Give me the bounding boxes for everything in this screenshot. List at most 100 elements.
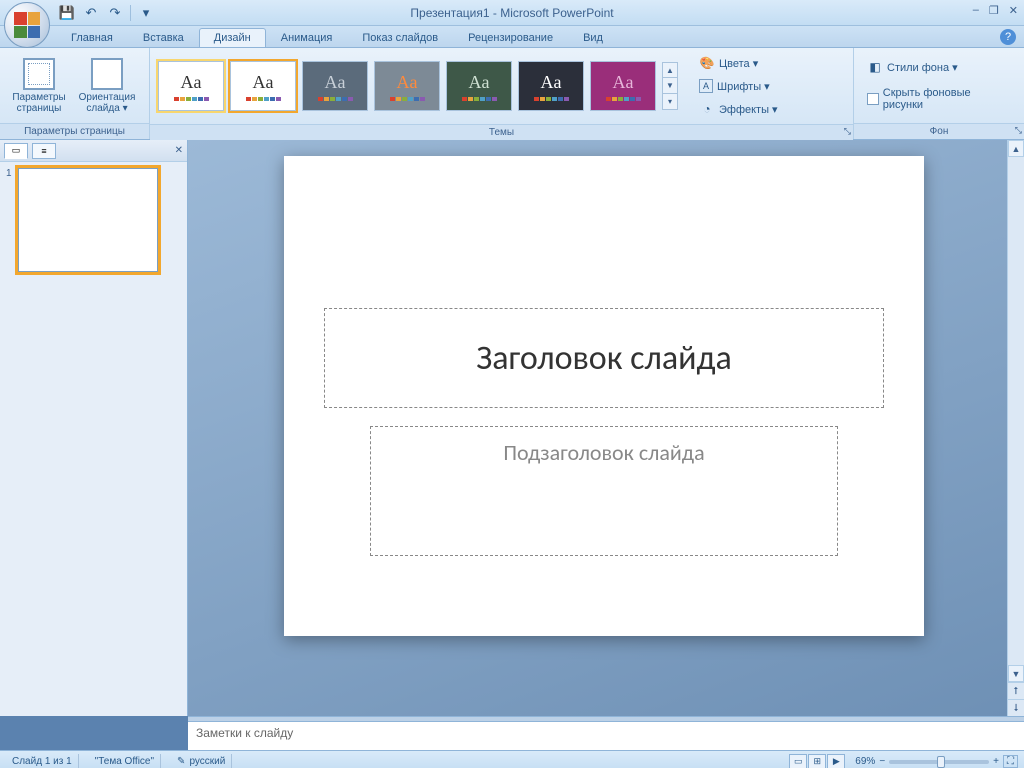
panel-tabs: ▭ ≡ ✕ bbox=[0, 140, 187, 162]
effects-button[interactable]: ◔Эффекты ▾ bbox=[694, 98, 783, 120]
zoom-level[interactable]: 69% bbox=[855, 756, 875, 767]
theme-gallery-expand[interactable]: ▾ bbox=[662, 94, 678, 110]
theme-thumb-0[interactable]: Aa bbox=[158, 61, 224, 111]
slide-thumbnail[interactable] bbox=[18, 168, 158, 272]
tab-review[interactable]: Рецензирование bbox=[453, 28, 568, 47]
help-button[interactable]: ? bbox=[1000, 29, 1016, 45]
slide[interactable]: Заголовок слайда Подзаголовок слайда bbox=[284, 156, 924, 636]
tab-animation[interactable]: Анимация bbox=[266, 28, 348, 47]
language-indicator[interactable]: ✎русский bbox=[171, 754, 232, 768]
tab-design[interactable]: Дизайн bbox=[199, 28, 266, 47]
ribbon: Параметры страницы Ориентация слайда ▾ П… bbox=[0, 48, 1024, 140]
theme-color-dots bbox=[390, 97, 425, 101]
tab-home[interactable]: Главная bbox=[56, 28, 128, 47]
theme-scroll-down[interactable]: ▼ bbox=[662, 78, 678, 94]
sorter-view-button[interactable]: ⊞ bbox=[808, 754, 826, 768]
group-label: Параметры страницы bbox=[0, 123, 149, 139]
theme-aa-icon: Aa bbox=[613, 72, 634, 93]
fit-window-button[interactable]: ⛶ bbox=[1003, 755, 1018, 768]
title-placeholder[interactable]: Заголовок слайда bbox=[324, 308, 884, 408]
effects-icon: ◔ bbox=[699, 101, 715, 117]
slide-panel: ▭ ≡ ✕ 1 bbox=[0, 140, 188, 716]
scroll-track[interactable] bbox=[1008, 157, 1024, 665]
qat-customize-button[interactable]: ▾ bbox=[137, 4, 155, 22]
view-buttons: ▭ ⊞ ▶ bbox=[789, 754, 845, 768]
theme-color-dots bbox=[174, 97, 209, 101]
zoom-control: 69% − + ⛶ bbox=[855, 755, 1018, 768]
group-themes: AaAaAaAaAaAaAa ▲ ▼ ▾ 🎨Цвета ▾ AШрифты ▾ … bbox=[150, 48, 854, 139]
hide-bg-graphics-checkbox[interactable]: Скрыть фоновые рисунки bbox=[862, 84, 1016, 114]
page-setup-button[interactable]: Параметры страницы bbox=[8, 53, 70, 119]
window-controls: – ❐ ✕ bbox=[973, 4, 1018, 17]
notes-pane[interactable]: Заметки к слайду bbox=[188, 722, 1024, 750]
fonts-button[interactable]: AШрифты ▾ bbox=[694, 76, 783, 96]
normal-view-button[interactable]: ▭ bbox=[789, 754, 807, 768]
fonts-icon: A bbox=[699, 79, 713, 93]
orientation-icon bbox=[91, 58, 123, 90]
undo-button[interactable]: ↶ bbox=[82, 4, 100, 22]
redo-button[interactable]: ↷ bbox=[106, 4, 124, 22]
panel-close-button[interactable]: ✕ bbox=[175, 145, 183, 156]
theme-thumb-3[interactable]: Aa bbox=[374, 61, 440, 111]
theme-color-dots bbox=[606, 97, 641, 101]
colors-button[interactable]: 🎨Цвета ▾ bbox=[694, 52, 783, 74]
theme-thumb-5[interactable]: Aa bbox=[518, 61, 584, 111]
zoom-out-button[interactable]: − bbox=[879, 756, 885, 767]
group-dialog-launcher[interactable]: ⤡ bbox=[844, 123, 851, 139]
outline-tab[interactable]: ≡ bbox=[32, 143, 56, 159]
theme-thumb-1[interactable]: Aa bbox=[230, 61, 296, 111]
background-styles-button[interactable]: ◧Стили фона ▾ bbox=[862, 56, 963, 78]
scroll-up[interactable]: ▲ bbox=[1008, 140, 1024, 157]
group-page-setup: Параметры страницы Ориентация слайда ▾ П… bbox=[0, 48, 150, 139]
theme-aa-icon: Aa bbox=[181, 72, 202, 93]
page-setup-icon bbox=[23, 58, 55, 90]
group-background: ◧Стили фона ▾ Скрыть фоновые рисунки Фон… bbox=[854, 48, 1024, 139]
zoom-slider[interactable] bbox=[889, 760, 989, 764]
checkbox-icon bbox=[867, 93, 879, 105]
scroll-down[interactable]: ▼ bbox=[1008, 665, 1024, 682]
tab-view[interactable]: Вид bbox=[568, 28, 618, 47]
theme-aa-icon: Aa bbox=[397, 72, 418, 93]
restore-button[interactable]: ❐ bbox=[989, 4, 999, 17]
save-button[interactable]: 💾 bbox=[58, 4, 76, 22]
theme-aa-icon: Aa bbox=[541, 72, 562, 93]
theme-color-dots bbox=[462, 97, 497, 101]
close-button[interactable]: ✕ bbox=[1009, 4, 1018, 17]
slide-orientation-button[interactable]: Ориентация слайда ▾ bbox=[76, 53, 138, 119]
quick-access-toolbar: 💾 ↶ ↷ ▾ bbox=[58, 0, 155, 25]
zoom-thumb[interactable] bbox=[937, 756, 945, 768]
qat-separator bbox=[130, 5, 131, 21]
group-label: Темы⤡ bbox=[150, 124, 853, 140]
status-bar: Слайд 1 из 1 "Тема Office" ✎русский ▭ ⊞ … bbox=[0, 750, 1024, 768]
vertical-scrollbar[interactable]: ▲ ▼ ⭡ ⭣ bbox=[1007, 140, 1024, 716]
next-slide-button[interactable]: ⭣ bbox=[1008, 699, 1024, 716]
thumbnail-item[interactable]: 1 bbox=[6, 168, 181, 272]
theme-name[interactable]: "Тема Office" bbox=[89, 754, 161, 768]
theme-aa-icon: Aa bbox=[469, 72, 490, 93]
slide-number: 1 bbox=[6, 168, 14, 272]
prev-slide-button[interactable]: ⭡ bbox=[1008, 682, 1024, 699]
bg-styles-icon: ◧ bbox=[867, 59, 883, 75]
thumbnail-list: 1 bbox=[0, 162, 187, 716]
minimize-button[interactable]: – bbox=[973, 4, 979, 17]
tab-insert[interactable]: Вставка bbox=[128, 28, 199, 47]
theme-thumb-4[interactable]: Aa bbox=[446, 61, 512, 111]
office-logo-icon bbox=[14, 12, 40, 38]
theme-scroll-up[interactable]: ▲ bbox=[662, 62, 678, 78]
theme-aa-icon: Aa bbox=[253, 72, 274, 93]
spellcheck-icon: ✎ bbox=[177, 754, 185, 768]
theme-thumb-6[interactable]: Aa bbox=[590, 61, 656, 111]
tab-slideshow[interactable]: Показ слайдов bbox=[347, 28, 453, 47]
group-dialog-launcher[interactable]: ⤡ bbox=[1015, 122, 1022, 138]
zoom-in-button[interactable]: + bbox=[993, 756, 999, 767]
slide-canvas-area: Заголовок слайда Подзаголовок слайда ▲ ▼… bbox=[188, 140, 1024, 716]
slides-tab[interactable]: ▭ bbox=[4, 143, 28, 159]
group-label: Фон⤡ bbox=[854, 123, 1024, 139]
colors-icon: 🎨 bbox=[699, 55, 715, 71]
theme-color-dots bbox=[246, 97, 281, 101]
office-button[interactable] bbox=[4, 2, 50, 48]
slideshow-view-button[interactable]: ▶ bbox=[827, 754, 845, 768]
slide-counter[interactable]: Слайд 1 из 1 bbox=[6, 754, 79, 768]
subtitle-placeholder[interactable]: Подзаголовок слайда bbox=[370, 426, 838, 556]
theme-thumb-2[interactable]: Aa bbox=[302, 61, 368, 111]
